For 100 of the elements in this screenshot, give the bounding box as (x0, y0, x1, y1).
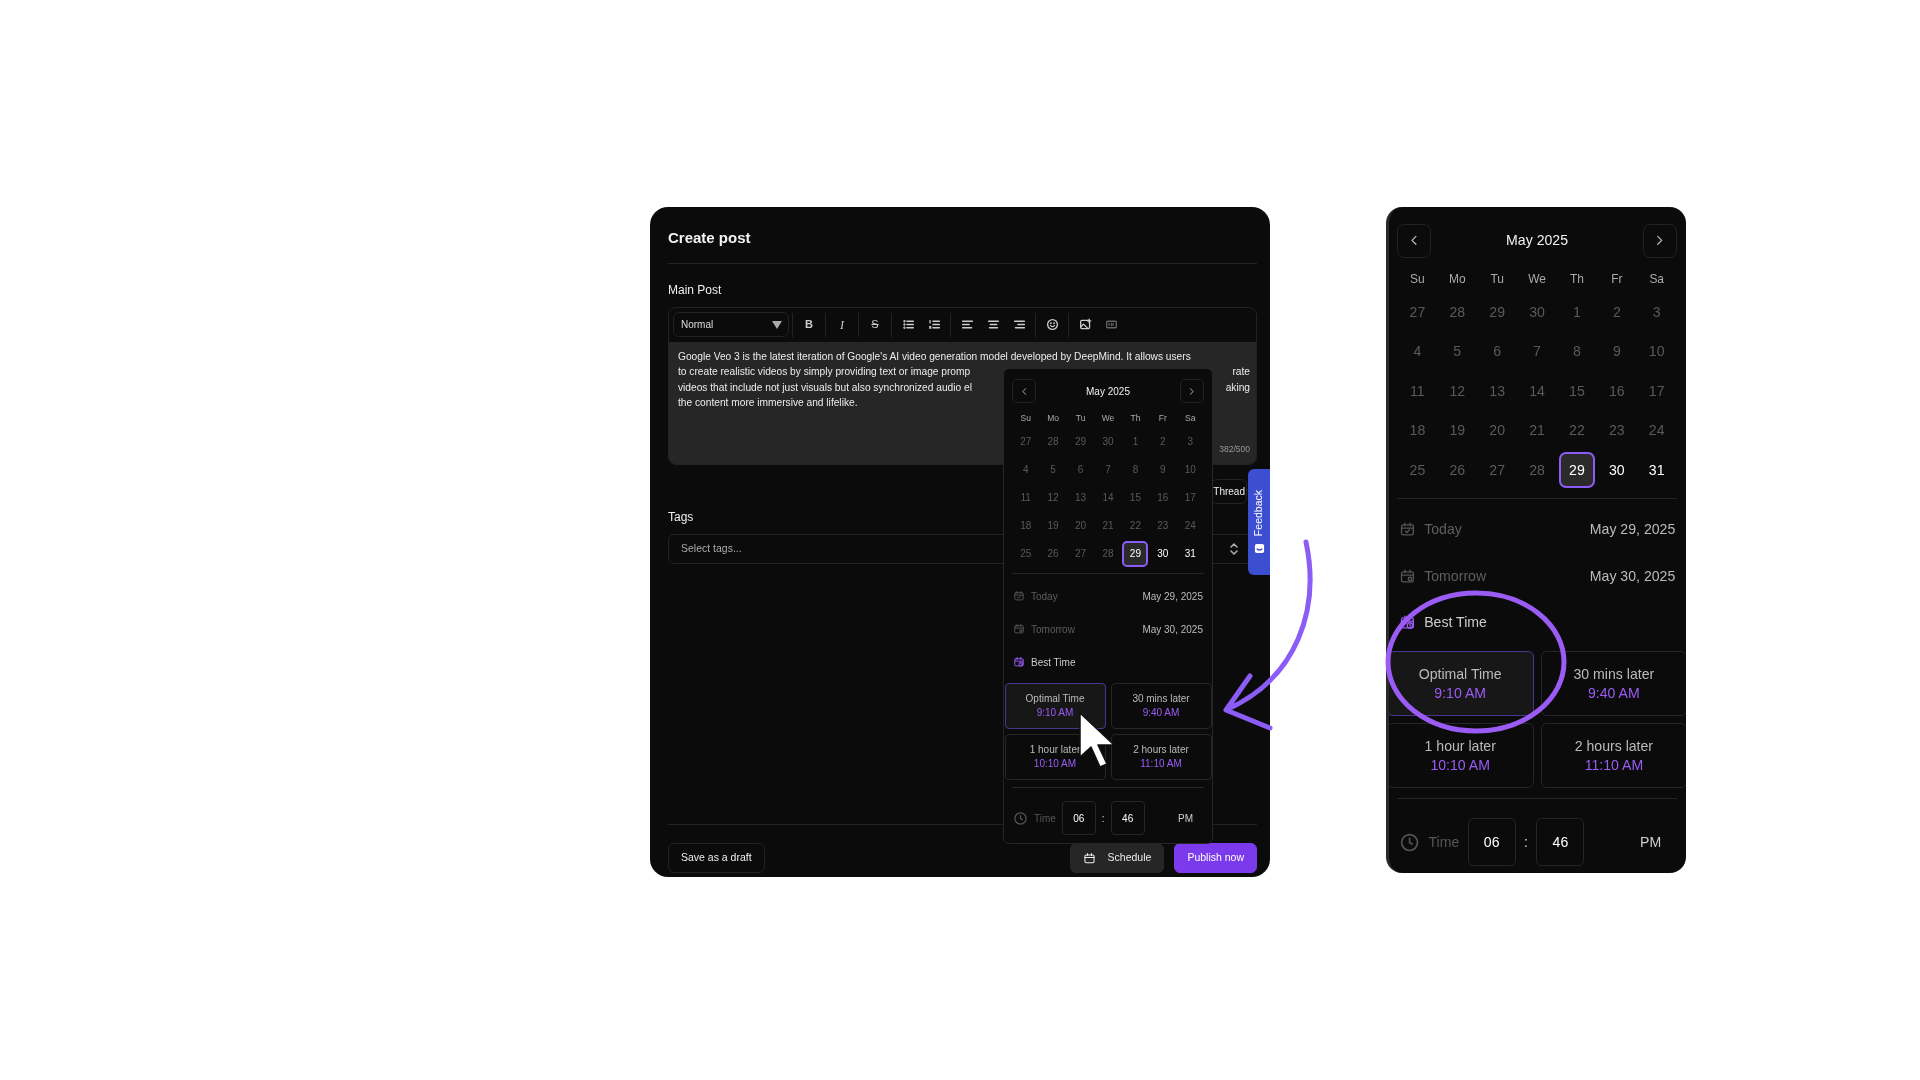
caret-icon (772, 320, 782, 329)
calendar-day[interactable]: 13 (1067, 484, 1094, 511)
calendar-day[interactable]: 21 (1518, 412, 1556, 449)
calendar-day[interactable]: 9 (1149, 456, 1176, 483)
bullet-list-icon[interactable] (901, 318, 915, 331)
calendar-day[interactable]: 8 (1558, 333, 1596, 370)
calendar-day[interactable]: 25 (1012, 540, 1039, 567)
calendar-day[interactable]: 31 (1638, 451, 1675, 489)
thread-button[interactable]: Thread (1211, 478, 1247, 504)
calendar-day[interactable]: 29 (1067, 428, 1094, 455)
calendar-day[interactable]: 11 (1012, 484, 1039, 511)
calendar-day[interactable]: 17 (1638, 372, 1675, 410)
period-toggle[interactable]: PM (1640, 831, 1662, 853)
calendar-day[interactable]: 27 (1399, 293, 1436, 331)
save-draft-button[interactable]: Save as a draft (668, 843, 765, 873)
calendar-day[interactable]: 5 (1438, 333, 1476, 370)
calendar-day[interactable]: 11 (1399, 372, 1436, 410)
hour-field[interactable]: 06 (1467, 818, 1516, 867)
calendar-day[interactable]: 13 (1478, 372, 1516, 410)
align-center-icon[interactable] (986, 318, 1000, 331)
minute-field[interactable]: 46 (1110, 801, 1145, 836)
calendar-day[interactable]: 4 (1012, 456, 1039, 483)
calendar-day[interactable]: 17 (1177, 484, 1204, 511)
calendar-day[interactable]: 27 (1012, 428, 1039, 455)
time-slot[interactable]: Optimal Time 9:10 AM (1389, 651, 1534, 717)
calendar-day[interactable]: 19 (1438, 412, 1476, 449)
calendar-day[interactable]: 6 (1067, 456, 1094, 483)
gif-icon[interactable] (1104, 318, 1118, 331)
calendar-day[interactable]: 15 (1122, 484, 1149, 511)
calendar-day[interactable]: 30 (1149, 540, 1176, 567)
clock-icon (1398, 831, 1420, 853)
calendar-day[interactable]: 28 (1518, 451, 1556, 489)
calendar-day[interactable]: 29 (1558, 451, 1596, 489)
calendar-day[interactable]: 2 (1149, 428, 1176, 455)
calendar-day[interactable]: 6 (1478, 333, 1516, 370)
calendar-day[interactable]: 14 (1518, 372, 1556, 410)
format-dropdown[interactable]: Normal (673, 312, 789, 337)
calendar-day[interactable]: 1 (1122, 428, 1149, 455)
shortcut-label[interactable]: Today (1031, 588, 1058, 604)
calendar-day[interactable]: 24 (1638, 412, 1675, 449)
calendar-day[interactable]: 12 (1040, 484, 1067, 511)
calendar-day[interactable]: 20 (1478, 412, 1516, 449)
calendar-day[interactable]: 4 (1399, 333, 1436, 370)
calendar-day[interactable]: 22 (1558, 412, 1596, 449)
strikethrough-button[interactable]: S (862, 311, 888, 338)
calendar-day[interactable]: 16 (1149, 484, 1176, 511)
calendar-day[interactable]: 26 (1040, 540, 1067, 567)
calendar-day[interactable]: 18 (1399, 412, 1436, 449)
feedback-tab[interactable]: Feedback (1248, 469, 1270, 575)
minute-field[interactable]: 46 (1536, 818, 1585, 867)
calendar-day[interactable]: 10 (1638, 333, 1675, 370)
calendar-day[interactable]: 5 (1040, 456, 1067, 483)
calendar-day[interactable]: 10 (1177, 456, 1204, 483)
calendar-day[interactable]: 7 (1095, 456, 1121, 483)
time-slot[interactable]: 1 hour later 10:10 AM (1389, 723, 1534, 789)
calendar-day[interactable]: 7 (1518, 333, 1556, 370)
calendar-day[interactable]: 27 (1478, 451, 1516, 489)
calendar-day[interactable]: 28 (1438, 293, 1476, 331)
calendar-day[interactable]: 30 (1518, 293, 1556, 331)
time-slot[interactable]: Optimal Time 9:10 AM (1004, 682, 1106, 729)
time-slot[interactable]: 2 hours later 11:10 AM (1540, 723, 1686, 789)
shortcut-label[interactable]: Tomorrow (1031, 621, 1075, 637)
emoji-icon[interactable] (1045, 318, 1059, 331)
calendar-day[interactable]: 25 (1399, 451, 1436, 489)
shortcut-label[interactable]: Today (1424, 519, 1462, 541)
calendar-day[interactable]: 14 (1095, 484, 1121, 511)
weekday-label: Fr (1611, 270, 1623, 288)
calendar-day[interactable]: 23 (1598, 412, 1636, 449)
calendar-day[interactable]: 9 (1598, 333, 1636, 370)
calendar-day[interactable]: 16 (1598, 372, 1636, 410)
calendar-day[interactable]: 28 (1040, 428, 1067, 455)
time-slot[interactable]: 2 hours later 11:10 AM (1110, 733, 1212, 780)
align-right-icon[interactable] (1012, 318, 1026, 331)
shortcut-label[interactable]: Tomorrow (1424, 565, 1487, 587)
bold-button[interactable]: B (796, 311, 822, 338)
calendar-day[interactable]: 15 (1558, 372, 1596, 410)
calendar-day[interactable]: 30 (1095, 428, 1121, 455)
publish-button[interactable]: Publish now (1174, 843, 1257, 873)
calendar-day[interactable]: 3 (1177, 428, 1204, 455)
time-slot[interactable]: 30 mins later 9:40 AM (1540, 651, 1686, 717)
numbered-list-icon[interactable] (927, 318, 941, 331)
calendar-day[interactable]: 29 (1478, 293, 1516, 331)
calendar-day[interactable]: 3 (1638, 293, 1675, 331)
calendar-day[interactable]: 27 (1067, 540, 1094, 567)
calendar-day[interactable]: 31 (1177, 540, 1204, 567)
calendar-day[interactable]: 26 (1438, 451, 1476, 489)
period-toggle[interactable]: PM (1178, 810, 1193, 826)
time-slot[interactable]: 30 mins later 9:40 AM (1110, 682, 1212, 729)
hour-field[interactable]: 06 (1061, 801, 1096, 836)
schedule-button[interactable]: Schedule (1069, 843, 1165, 873)
calendar-day[interactable]: 30 (1598, 451, 1636, 489)
calendar-day[interactable]: 2 (1598, 293, 1636, 331)
image-icon[interactable] (1078, 318, 1092, 331)
calendar-day[interactable]: 28 (1095, 540, 1121, 567)
calendar-day[interactable]: 12 (1438, 372, 1476, 410)
calendar-day[interactable]: 8 (1122, 456, 1149, 483)
calendar-day[interactable]: 29 (1122, 540, 1149, 567)
align-left-icon[interactable] (960, 318, 974, 331)
italic-button[interactable]: I (829, 311, 855, 338)
calendar-day[interactable]: 1 (1558, 293, 1596, 331)
